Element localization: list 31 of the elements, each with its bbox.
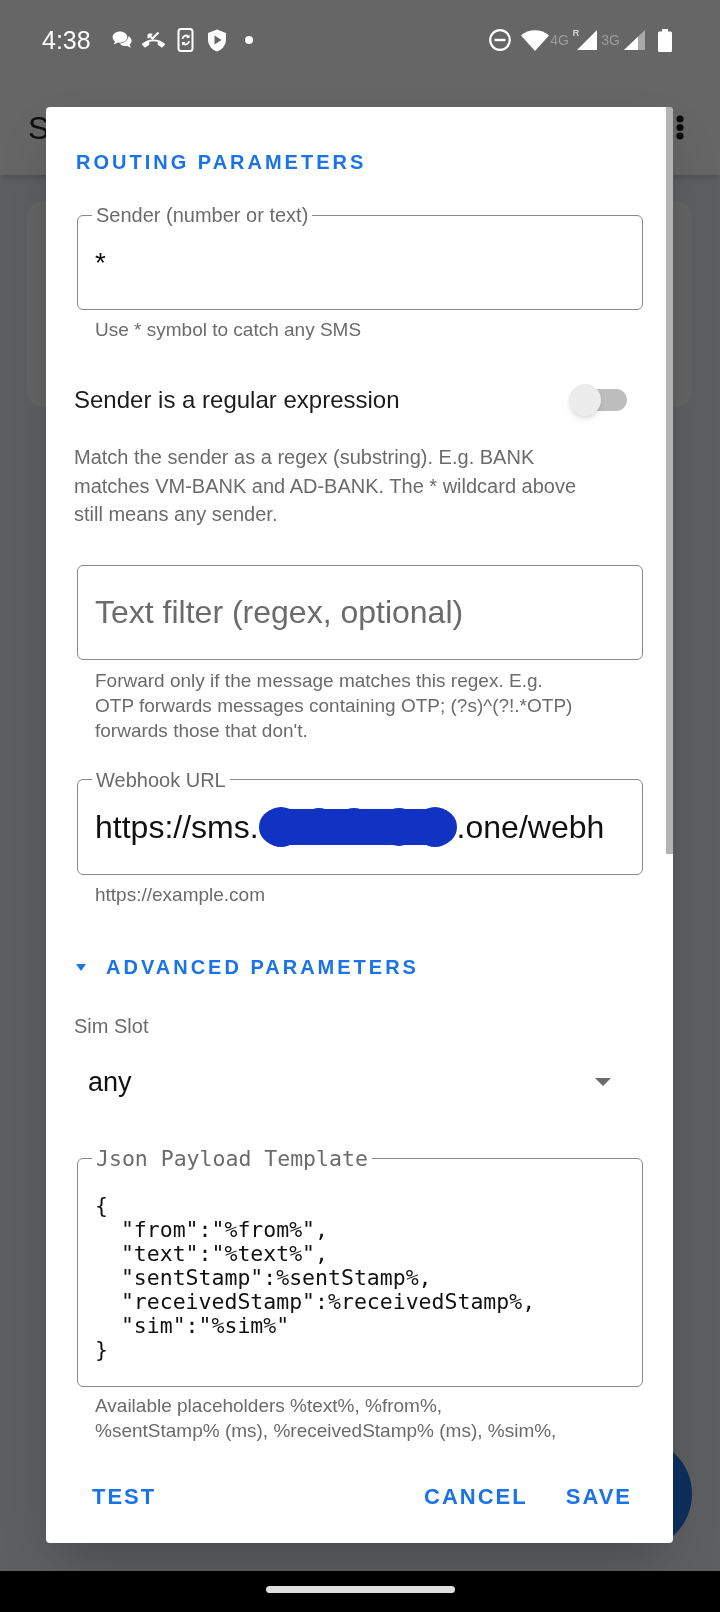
- regex-switch[interactable]: [569, 383, 627, 417]
- wifi-icon: [521, 29, 550, 51]
- sender-field[interactable]: Sender (number or text) *: [77, 204, 643, 310]
- section-heading: ROUTING PARAMETERS: [76, 150, 367, 174]
- chat-bubbles-icon: [111, 31, 132, 49]
- advanced-parameters-toggle[interactable]: ADVANCED PARAMETERS: [76, 954, 419, 979]
- notification-dot-icon: [244, 36, 253, 44]
- more-options-icon[interactable]: [676, 115, 684, 140]
- signal-icon: [577, 30, 598, 50]
- signal-icon: [624, 30, 645, 50]
- shield-play-icon: [206, 28, 227, 52]
- switch-description: Match the sender as a regex (substring). E.g. BANK matches VM-BANK and AD-BANK. The * wildcard above still means any sender.: [74, 445, 578, 527]
- do-not-disturb-icon: [489, 29, 512, 51]
- helper-text: Forward only if the message matches this regex. E.g. OTP forwards messages containing OTP; (?s)^(?!.*OTP) forwards those that don't.: [95, 668, 574, 743]
- switch-label: Sender is a regular expression: [74, 386, 400, 414]
- home-indicator[interactable]: [265, 1586, 455, 1593]
- missed-call-icon: [140, 31, 166, 49]
- status-time: 4:38: [42, 26, 91, 54]
- battery-icon: [658, 28, 672, 52]
- sim-slot-dropdown[interactable]: any: [74, 1053, 646, 1110]
- dropdown-caret-icon: [595, 1077, 611, 1086]
- phone-sync-icon: [176, 28, 196, 52]
- helper-text: Available placeholders %text%, %from%, %sentStamp% (ms), %receivedStamp% (ms), %sim%,: [95, 1393, 557, 1443]
- test-button[interactable]: TEST: [78, 1471, 171, 1522]
- roaming-label: R: [572, 29, 580, 38]
- text-filter-field[interactable]: Text filter (regex, optional): [77, 564, 643, 660]
- helper-text: Use * symbol to catch any SMS: [95, 319, 362, 341]
- helper-text: https://example.com: [95, 883, 266, 906]
- cancel-button[interactable]: CANCEL: [410, 1471, 542, 1522]
- field-label: Sim Slot: [74, 1013, 149, 1038]
- save-button[interactable]: SAVE: [551, 1471, 646, 1522]
